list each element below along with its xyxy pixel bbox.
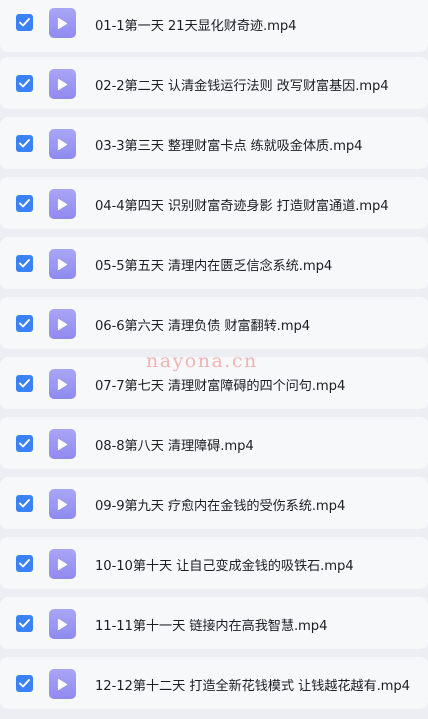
file-row[interactable]: 07-7第七天 清理财富障碍的四个问句.mp4 [0,357,428,409]
file-list: 01-1第一天 21天显化财奇迹.mp4 02-2第二天 认清金钱运行法则 改写… [0,0,428,719]
checkmark-icon [19,259,30,268]
play-icon [57,318,68,330]
play-icon [57,618,68,630]
file-checkbox[interactable] [16,375,33,392]
checkmark-icon [19,199,30,208]
file-checkbox[interactable] [16,195,33,212]
file-row[interactable]: 11-11第十一天 链接内在高我智慧.mp4 [0,597,428,649]
video-file-icon [49,129,76,159]
file-row[interactable]: 10-10第十天 让自己变成金钱的吸铁石.mp4 [0,537,428,589]
file-row[interactable]: 01-1第一天 21天显化财奇迹.mp4 [0,0,428,52]
file-checkbox[interactable] [16,555,33,572]
play-icon [57,558,68,570]
play-icon [57,678,68,690]
checkmark-icon [19,79,30,88]
file-checkbox[interactable] [16,675,33,692]
file-checkbox[interactable] [16,135,33,152]
file-row[interactable]: 12-12第十二天 打造全新花钱模式 让钱越花越有.mp4 [0,657,428,709]
file-name: 11-11第十一天 链接内在高我智慧.mp4 [95,619,328,634]
file-row[interactable]: 03-3第三天 整理财富卡点 练就吸金体质.mp4 [0,117,428,169]
play-icon [57,378,68,390]
file-row[interactable]: 05-5第五天 清理内在匮乏信念系统.mp4 [0,237,428,289]
video-file-icon [49,249,76,279]
video-file-icon [49,69,76,99]
play-icon [57,198,68,210]
checkmark-icon [19,559,30,568]
file-row[interactable]: 06-6第六天 清理负债 财富翻转.mp4 [0,297,428,349]
video-file-icon [49,429,76,459]
video-file-icon [49,669,76,699]
play-icon [57,138,68,150]
file-row[interactable]: 02-2第二天 认清金钱运行法则 改写财富基因.mp4 [0,57,428,109]
file-name: 05-5第五天 清理内在匮乏信念系统.mp4 [95,259,333,274]
video-file-icon [49,8,76,38]
video-file-icon [49,609,76,639]
checkmark-icon [19,679,30,688]
file-name: 12-12第十二天 打造全新花钱模式 让钱越花越有.mp4 [95,679,410,694]
file-name: 08-8第八天 清理障碍.mp4 [95,439,254,454]
checkmark-icon [19,499,30,508]
file-name: 07-7第七天 清理财富障碍的四个问句.mp4 [95,379,346,394]
play-icon [57,438,68,450]
file-checkbox[interactable] [16,495,33,512]
video-file-icon [49,489,76,519]
file-name: 10-10第十天 让自己变成金钱的吸铁石.mp4 [95,559,354,574]
file-checkbox[interactable] [16,14,33,31]
file-name: 01-1第一天 21天显化财奇迹.mp4 [95,19,297,34]
video-file-icon [49,309,76,339]
video-file-icon [49,369,76,399]
video-file-icon [49,189,76,219]
play-icon [57,78,68,90]
play-icon [57,258,68,270]
file-name: 03-3第三天 整理财富卡点 练就吸金体质.mp4 [95,139,363,154]
checkmark-icon [19,379,30,388]
file-row[interactable]: 04-4第四天 识别财富奇迹身影 打造财富通道.mp4 [0,177,428,229]
checkmark-icon [19,319,30,328]
file-name: 06-6第六天 清理负债 财富翻转.mp4 [95,319,311,334]
checkmark-icon [19,619,30,628]
file-name: 04-4第四天 识别财富奇迹身影 打造财富通道.mp4 [95,199,389,214]
file-name: 09-9第九天 疗愈内在金钱的受伤系统.mp4 [95,499,346,514]
file-checkbox[interactable] [16,315,33,332]
file-checkbox[interactable] [16,615,33,632]
checkmark-icon [19,439,30,448]
file-checkbox[interactable] [16,75,33,92]
play-icon [57,498,68,510]
checkmark-icon [19,139,30,148]
file-row[interactable]: 09-9第九天 疗愈内在金钱的受伤系统.mp4 [0,477,428,529]
file-checkbox[interactable] [16,435,33,452]
file-row[interactable]: 08-8第八天 清理障碍.mp4 [0,417,428,469]
file-name: 02-2第二天 认清金钱运行法则 改写财富基因.mp4 [95,79,389,94]
play-icon [57,17,68,29]
checkmark-icon [19,18,30,27]
video-file-icon [49,549,76,579]
file-checkbox[interactable] [16,255,33,272]
